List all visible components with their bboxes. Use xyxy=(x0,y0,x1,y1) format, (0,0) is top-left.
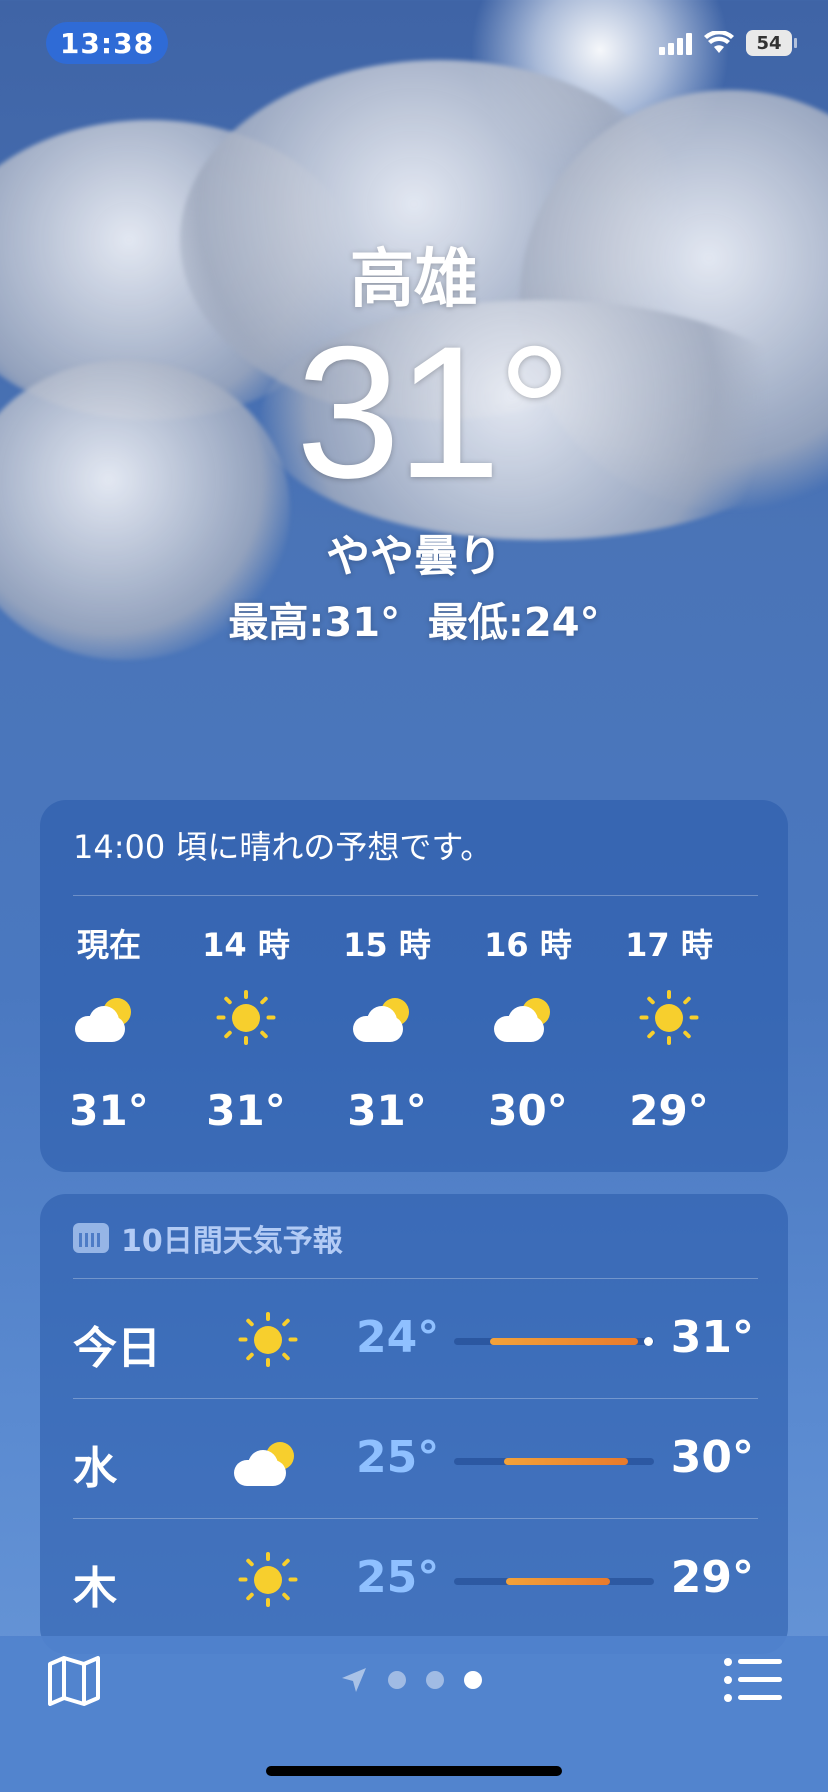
hour-temperature: 31° xyxy=(206,1086,286,1135)
day-label: 水 xyxy=(73,1443,117,1494)
daily-forecast-card[interactable]: 10日間天気予報 今日 24° 31° 水 25° 30° 木 25° 29° xyxy=(40,1194,788,1654)
hour-temperature: 31° xyxy=(347,1086,427,1135)
calendar-icon xyxy=(73,1223,109,1253)
low-temperature: 25° xyxy=(356,1432,440,1483)
hour-item: 15 時 31° xyxy=(332,920,442,1135)
low-temperature: 25° xyxy=(356,1552,440,1603)
temperature-range-bar xyxy=(454,1458,654,1465)
high-temperature: 29° xyxy=(670,1552,754,1603)
hour-item: 16 時 30° xyxy=(473,920,583,1135)
daily-row[interactable]: 木 25° 29° xyxy=(40,1520,788,1638)
page-indicator[interactable] xyxy=(340,1666,482,1694)
hour-label: 16 時 xyxy=(484,926,572,964)
hour-item: 17 時 29° xyxy=(614,920,724,1135)
hour-item: 現在 31° xyxy=(54,920,164,1135)
page-dot[interactable] xyxy=(426,1671,444,1689)
hourly-forecast-card[interactable]: 14:00 頃に晴れの予想です。 現在 31° 14 時 31° 15 時 31… xyxy=(40,800,788,1172)
battery-icon: 54 xyxy=(746,30,797,56)
divider xyxy=(73,895,758,896)
temperature-range-bar xyxy=(454,1578,654,1585)
high-low-text: 最高:31° 最低:24° xyxy=(228,600,600,646)
daily-heading: 10日間天気予報 xyxy=(121,1224,343,1259)
page-dot[interactable] xyxy=(388,1671,406,1689)
temperature-range-fill xyxy=(504,1458,628,1465)
status-time[interactable]: 13:38 xyxy=(46,22,168,64)
high-temperature: 31° xyxy=(670,1312,754,1363)
page-dot-active[interactable] xyxy=(464,1671,482,1689)
cellular-signal-icon xyxy=(659,31,692,55)
hour-temperature: 29° xyxy=(629,1086,709,1135)
temperature-range-fill xyxy=(506,1578,610,1585)
hour-label: 15 時 xyxy=(343,926,431,964)
sun-icon xyxy=(208,990,284,1046)
daily-header: 10日間天気予報 xyxy=(73,1216,343,1260)
condition-text: やや曇り xyxy=(326,531,502,582)
current-temperature: 31° xyxy=(295,307,572,517)
partly-cloudy-icon xyxy=(71,990,147,1046)
temperature-range-bar xyxy=(454,1337,654,1346)
daily-row[interactable]: 水 25° 30° xyxy=(40,1400,788,1518)
hour-temperature: 30° xyxy=(488,1086,568,1135)
list-icon[interactable] xyxy=(724,1658,782,1702)
hour-label: 14 時 xyxy=(202,926,290,964)
high-temperature: 30° xyxy=(670,1432,754,1483)
hourly-summary: 14:00 頃に晴れの予想です。 xyxy=(73,828,493,866)
hour-temperature: 31° xyxy=(69,1086,149,1135)
hour-label: 17 時 xyxy=(625,926,713,964)
sun-icon xyxy=(230,1550,310,1610)
divider xyxy=(73,1398,758,1399)
daily-row[interactable]: 今日 24° 31° xyxy=(40,1280,788,1398)
sun-icon xyxy=(230,1310,310,1370)
status-icons: 54 xyxy=(659,30,797,56)
day-label: 木 xyxy=(73,1563,117,1614)
partly-cloudy-icon xyxy=(230,1430,310,1490)
partly-cloudy-icon xyxy=(349,990,425,1046)
day-label: 今日 xyxy=(73,1323,161,1374)
location-arrow-icon xyxy=(342,1668,366,1692)
map-icon[interactable] xyxy=(46,1654,102,1706)
home-indicator[interactable] xyxy=(266,1766,562,1776)
divider xyxy=(73,1518,758,1519)
partly-cloudy-icon xyxy=(490,990,566,1046)
temperature-range-fill xyxy=(490,1338,638,1345)
hour-item: 14 時 31° xyxy=(191,920,301,1135)
wifi-icon xyxy=(704,31,734,53)
low-temperature: 24° xyxy=(356,1312,440,1363)
sun-icon xyxy=(631,990,707,1046)
hour-label: 現在 xyxy=(76,926,141,964)
divider xyxy=(73,1278,758,1279)
current-temperature-dot xyxy=(644,1337,653,1346)
